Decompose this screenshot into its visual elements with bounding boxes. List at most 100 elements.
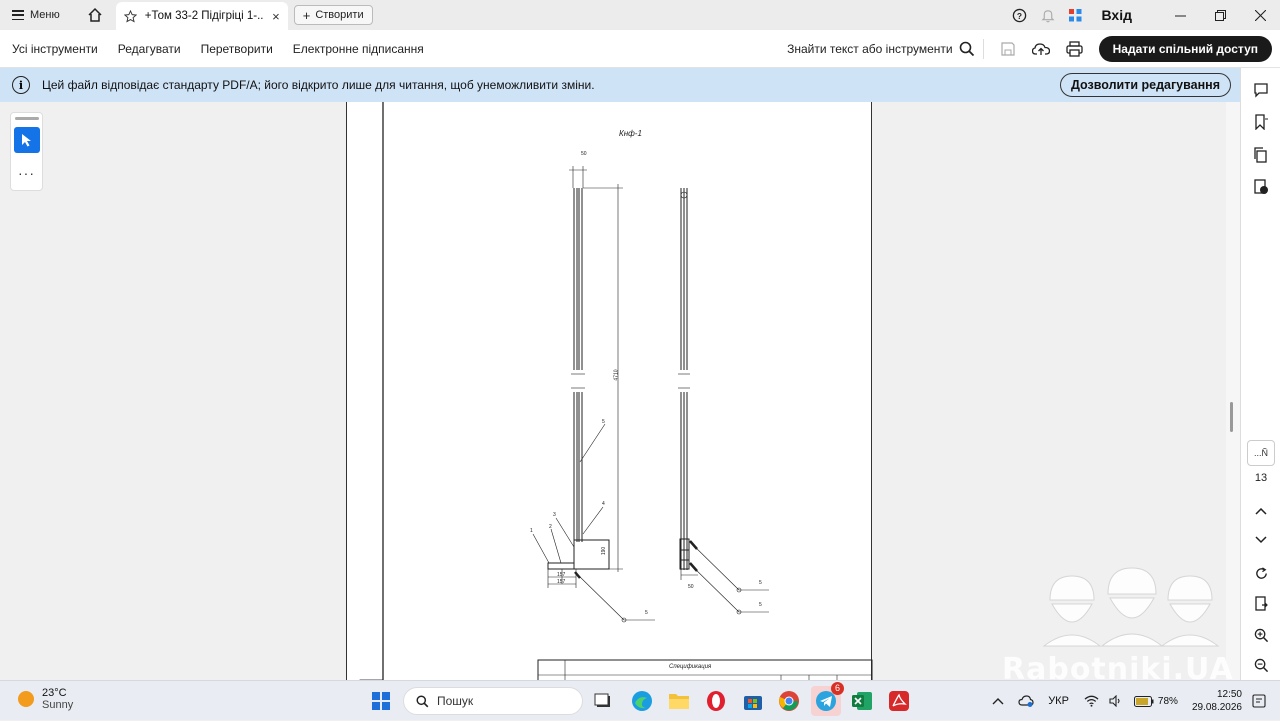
home-button[interactable] xyxy=(80,0,110,30)
chrome-icon[interactable] xyxy=(776,688,802,714)
create-label: Створити xyxy=(315,9,364,21)
clock-date: 29.08.2026 xyxy=(1191,702,1242,713)
banner-message: Цей файл відповідає стандарту PDF/A; йог… xyxy=(42,78,595,92)
extract-page-icon[interactable] xyxy=(1251,594,1271,614)
callout-5-shaft: 5 xyxy=(602,419,605,425)
volume-icon[interactable] xyxy=(1109,695,1123,707)
select-tool-button[interactable] xyxy=(14,127,40,153)
drawing-title: Кнф-1 xyxy=(619,129,642,138)
weather-temperature: 23°C xyxy=(42,687,67,699)
title-bar: Меню +Том 33-2 Підігріці 1-... × + Створ… xyxy=(0,0,1280,30)
chevron-up-icon[interactable] xyxy=(992,697,1004,705)
close-window-button[interactable] xyxy=(1240,0,1280,30)
site-watermark: Rabotniki.UA xyxy=(1000,560,1240,687)
search-icon[interactable] xyxy=(959,41,975,57)
allow-editing-button[interactable]: Дозволити редагування xyxy=(1060,73,1231,97)
menu-label: Меню xyxy=(30,9,60,21)
tab-title: +Том 33-2 Підігріці 1-... xyxy=(144,10,265,22)
technical-drawing xyxy=(359,102,873,680)
chevron-up-icon[interactable] xyxy=(1251,501,1271,521)
restore-button[interactable] xyxy=(1200,0,1240,30)
comment-icon[interactable] xyxy=(1251,80,1271,100)
system-tray: УКР 78% 12:50 29.08.2026 xyxy=(982,681,1280,721)
pages-icon[interactable] xyxy=(1251,145,1271,165)
info-icon: i xyxy=(12,76,30,94)
file-explorer-icon[interactable] xyxy=(666,688,692,714)
scrollbar-thumb[interactable] xyxy=(1230,402,1233,432)
callout-2: 2 xyxy=(549,524,552,530)
bookmark-icon[interactable] xyxy=(1251,112,1271,132)
store-icon[interactable] xyxy=(740,688,766,714)
document-tab[interactable]: +Том 33-2 Підігріці 1-... × xyxy=(115,2,288,30)
acrobat-icon[interactable] xyxy=(886,688,912,714)
callout-5-right-bottom: 5 xyxy=(759,602,762,608)
menu-e-sign[interactable]: Електронне підписання xyxy=(283,42,434,56)
bell-icon[interactable] xyxy=(1037,4,1059,26)
pdfa-banner: i Цей файл відповідає стандарту PDF/A; й… xyxy=(0,68,1240,102)
tab-close-icon[interactable]: × xyxy=(272,9,280,24)
apps-icon[interactable] xyxy=(1065,4,1087,26)
edge-browser-icon[interactable] xyxy=(629,688,655,714)
notifications-icon[interactable] xyxy=(1252,694,1266,708)
callout-5-base: 5 xyxy=(645,610,648,616)
workers-logo-icon xyxy=(1042,567,1220,647)
menu-edit[interactable]: Редагувати xyxy=(108,42,191,56)
callout-1: 1 xyxy=(530,528,533,534)
sun-icon xyxy=(18,691,34,707)
right-rail: ...Ñ 13 xyxy=(1240,68,1280,680)
battery-icon[interactable] xyxy=(1133,695,1154,707)
find-tools-label[interactable]: Знайти текст або інструменти xyxy=(787,42,953,56)
dim-label-height: 4710 xyxy=(613,369,620,381)
dim-label-top: 50 xyxy=(581,151,587,157)
search-placeholder: Пошук xyxy=(437,694,474,708)
windows-taskbar: 23°C Sunny Пошук 6 УКР 78% 12:50 29.08.2… xyxy=(0,680,1280,720)
hamburger-icon xyxy=(12,10,24,20)
minimize-button[interactable] xyxy=(1160,0,1200,30)
current-page-number: 13 xyxy=(1254,472,1268,484)
search-icon xyxy=(416,694,429,707)
battery-percent: 78% xyxy=(1157,695,1178,707)
cloud-status-icon[interactable] xyxy=(1018,694,1034,708)
taskbar-search[interactable]: Пошук xyxy=(403,687,583,715)
print-icon[interactable] xyxy=(1065,41,1083,57)
svg-text:?: ? xyxy=(1017,10,1022,20)
more-tools-button[interactable]: ··· xyxy=(11,165,42,181)
rotate-icon[interactable] xyxy=(1251,563,1271,583)
share-button[interactable]: Надати спільний доступ xyxy=(1098,36,1272,62)
callout-5-right-top: 5 xyxy=(759,580,762,586)
keyboard-language[interactable]: УКР xyxy=(1048,695,1069,707)
wifi-icon[interactable] xyxy=(1084,695,1099,707)
excel-icon[interactable] xyxy=(849,688,875,714)
weather-condition: Sunny xyxy=(42,699,74,711)
callout-3: 3 xyxy=(553,512,556,518)
menu-button[interactable]: Меню xyxy=(0,0,72,30)
menu-convert[interactable]: Перетворити xyxy=(191,42,283,56)
specification-title: Спецификация xyxy=(669,664,712,670)
menu-all-tools[interactable]: Усі інструменти xyxy=(0,42,108,56)
home-icon xyxy=(88,7,102,22)
save-icon[interactable] xyxy=(1000,41,1016,57)
weather-widget[interactable]: 23°C Sunny xyxy=(18,687,73,711)
drag-handle[interactable] xyxy=(15,117,39,120)
zoom-in-icon[interactable] xyxy=(1251,625,1271,645)
page-thumbnail-toggle[interactable]: ...Ñ xyxy=(1247,440,1275,466)
windows-start-icon[interactable] xyxy=(372,692,390,710)
star-icon[interactable] xyxy=(123,9,137,23)
help-icon[interactable]: ? xyxy=(1009,4,1031,26)
task-view-icon[interactable] xyxy=(590,688,616,714)
zoom-out-icon[interactable] xyxy=(1251,655,1271,675)
create-button[interactable]: + Створити xyxy=(293,5,373,25)
chevron-down-icon[interactable] xyxy=(1251,530,1271,550)
system-clock[interactable]: 12:50 29.08.2026 xyxy=(1192,688,1242,714)
dim-label-small: 190 xyxy=(601,546,608,556)
dim-label-right: 50 xyxy=(688,584,694,590)
toolbar-divider xyxy=(982,39,984,59)
login-link[interactable]: Вхід xyxy=(1102,7,1133,23)
telegram-badge: 6 xyxy=(831,682,844,695)
telegram-icon[interactable]: 6 xyxy=(811,682,844,716)
upload-cloud-icon[interactable] xyxy=(1031,41,1050,57)
opera-icon[interactable] xyxy=(703,688,729,714)
quick-tools-panel: ··· xyxy=(10,112,43,191)
dim-label-base1: 157 xyxy=(557,572,566,578)
export-pdf-icon[interactable] xyxy=(1251,177,1271,197)
